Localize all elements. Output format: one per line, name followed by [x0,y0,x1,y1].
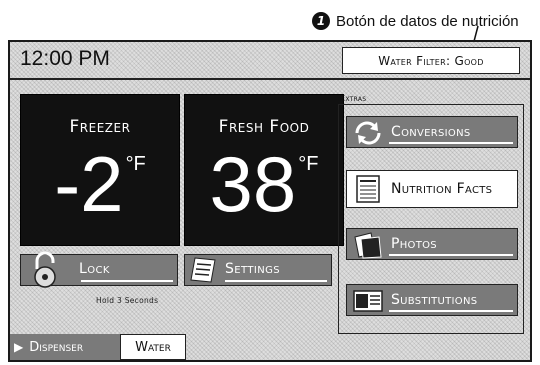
freezer-temp-value: -2 [54,140,124,228]
photos-button[interactable]: Photos [346,228,518,260]
lock-button[interactable]: Lock [20,251,178,288]
water-filter-status[interactable]: Water Filter: Good [342,47,520,74]
photos-underline [389,254,513,256]
fresh-food-label: Fresh Food [218,117,310,137]
substitutions-icon [353,290,383,312]
dispenser-mode-water[interactable]: Water [120,334,186,360]
fresh-food-temp-value: 38 [209,140,297,228]
settings-button-underline [225,280,327,282]
play-arrow-icon: ▶ [14,340,24,354]
fresh-food-temp-panel[interactable]: Fresh Food 38 °F [184,94,344,246]
freezer-temp-unit: °F [125,153,146,175]
conversions-underline [389,142,513,144]
freezer-temp-readout: -2 °F [21,143,179,225]
fresh-food-temp-unit: °F [298,153,319,175]
dispenser-label: Dispenser [29,339,84,355]
settings-button-label: Settings [225,261,280,277]
settings-sheet-icon [190,257,216,283]
substitutions-label: Substitutions [391,292,478,308]
dispenser-bar: ▶ Dispenser Water [10,334,186,360]
nutrition-facts-button[interactable]: Nutrition Facts [346,170,518,208]
freezer-label: Freezer [69,117,131,137]
control-panel-screen: 12:00 PM Water Filter: Good Freezer -2 °… [8,40,532,362]
conversions-icon [355,121,381,145]
substitutions-button[interactable]: Substitutions [346,284,518,316]
extras-heading: Extras [340,94,367,103]
conversions-label: Conversions [391,124,471,140]
lock-hold-hint: Hold 3 Seconds [96,296,159,305]
clock-display: 12:00 PM [20,47,110,70]
lock-button-underline [81,280,173,282]
freezer-temp-panel[interactable]: Freezer -2 °F [20,94,180,246]
padlock-icon [34,251,56,288]
nutrition-facts-label: Nutrition Facts [391,181,493,197]
conversions-button[interactable]: Conversions [346,116,518,148]
fresh-food-temp-readout: 38 °F [185,143,343,225]
substitutions-underline [389,310,513,312]
photos-icon [354,232,382,259]
nutrition-facts-icon [356,175,380,203]
status-bar: 12:00 PM Water Filter: Good [10,42,530,80]
lock-button-label: Lock [79,261,110,277]
photos-label: Photos [391,236,437,252]
settings-button[interactable]: Settings [184,254,332,286]
dispenser-tab[interactable]: ▶ Dispenser [10,334,120,360]
